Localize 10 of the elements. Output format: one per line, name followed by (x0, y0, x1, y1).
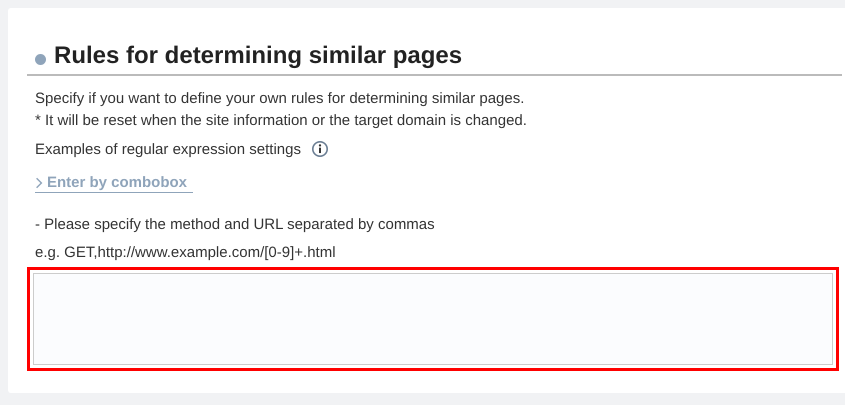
bullet-icon (35, 54, 46, 64)
description-text: * It will be reset when the site information or the target domain is changed. (35, 111, 528, 131)
hint-text: e.g. GET,http://www.example.com/[0-9]+.html (35, 242, 337, 262)
examples-label: Examples of regular expression settings (35, 140, 301, 158)
hint-text: - Please specify the method and URL separated by commas (35, 214, 436, 234)
combobox-link[interactable]: Enter by combobox (35, 174, 193, 193)
description-text: Specify if you want to define your own rules for determining similar pages. (35, 89, 526, 109)
chevron-icon[interactable] (35, 176, 43, 190)
info-icon[interactable] (310, 140, 329, 158)
section-title: Rules for determining similar pages (54, 41, 462, 71)
